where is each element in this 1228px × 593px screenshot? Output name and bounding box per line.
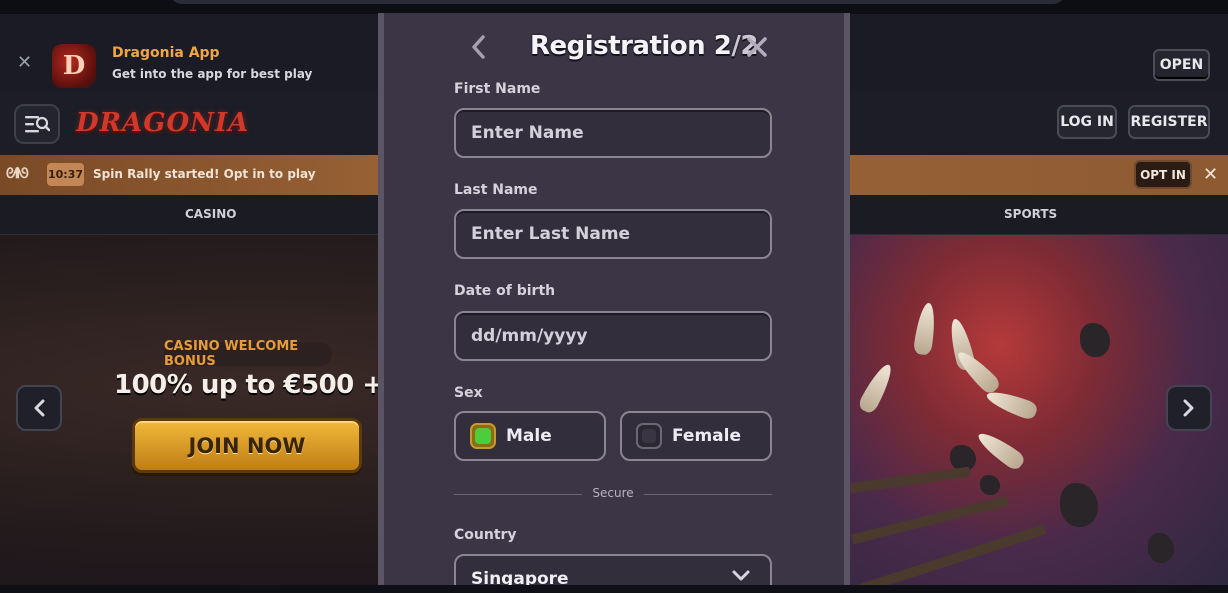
sex-label: Sex <box>454 385 483 401</box>
radio-unchecked-icon <box>636 423 662 449</box>
dragon-claw <box>912 301 938 356</box>
country-select[interactable]: Singapore <box>454 554 772 585</box>
promo-text: Spin Rally started! Opt in to play <box>93 167 316 181</box>
rock <box>1148 533 1174 563</box>
dragon-claw <box>973 427 1027 473</box>
rock <box>1060 483 1098 527</box>
open-app-button[interactable]: OPEN <box>1153 49 1210 81</box>
radio-checked-icon <box>470 423 496 449</box>
promo-timer: 10:37 <box>47 163 84 186</box>
divider-text: Secure <box>592 486 634 500</box>
opt-in-button[interactable]: OPT IN <box>1134 160 1192 189</box>
dob-label: Date of birth <box>454 283 556 299</box>
dob-field[interactable]: dd/mm/yyyy <box>454 311 772 361</box>
carousel-next-button[interactable] <box>1166 385 1212 431</box>
brand-logo[interactable]: DRAGONIA <box>76 108 249 138</box>
dragon-claw <box>952 346 1003 397</box>
chevron-down-icon <box>732 570 750 581</box>
rock <box>980 475 1000 495</box>
sex-option-female[interactable]: Female <box>620 411 772 461</box>
close-icon[interactable]: ✕ <box>17 54 32 72</box>
divider-line <box>644 494 772 495</box>
track-rail <box>851 495 1009 545</box>
first-name-label: First Name <box>454 81 541 97</box>
chevron-left-icon <box>34 399 45 417</box>
track-rail <box>849 466 971 494</box>
registration-modal: Registration 2/2 First Name Enter Name L… <box>378 13 850 585</box>
dragon-claw <box>983 386 1039 422</box>
browser-top-strip <box>0 0 1228 14</box>
rock <box>1080 323 1110 357</box>
menu-button[interactable] <box>14 104 60 144</box>
address-bar[interactable] <box>170 0 1065 4</box>
close-icon <box>747 37 767 57</box>
last-name-label: Last Name <box>454 182 538 198</box>
dragon-claw <box>856 360 897 416</box>
promo-logo-icon: ᘛᘚ <box>6 166 29 182</box>
carousel-prev-button[interactable] <box>16 385 62 431</box>
app-banner-title: Dragonia App <box>112 45 220 61</box>
sex-option-label: Female <box>672 426 741 446</box>
bonus-badge: CASINO WELCOME BONUS <box>164 339 332 369</box>
first-name-field[interactable]: Enter Name <box>454 108 772 158</box>
register-button[interactable]: REGISTER <box>1128 105 1210 139</box>
menu-search-icon <box>25 116 50 133</box>
modal-title: Registration 2/2 <box>530 31 758 61</box>
close-icon[interactable]: ✕ <box>1203 164 1218 185</box>
login-button[interactable]: LOG IN <box>1057 105 1117 139</box>
last-name-field[interactable]: Enter Last Name <box>454 209 772 259</box>
secure-divider: Secure <box>454 485 772 503</box>
app-logo: D <box>52 44 96 88</box>
back-button[interactable] <box>470 35 486 63</box>
tab-sports[interactable]: SPORTS <box>1004 207 1057 221</box>
close-modal-button[interactable] <box>746 36 768 62</box>
app-banner-subtitle: Get into the app for best play <box>112 67 313 81</box>
country-label: Country <box>454 527 517 543</box>
modal-title-step: Registration 2 <box>530 31 732 61</box>
join-now-button[interactable]: JOIN NOW <box>132 418 362 473</box>
tab-casino[interactable]: CASINO <box>185 207 236 221</box>
modal-title-separator: / <box>731 31 741 61</box>
chevron-right-icon <box>1183 399 1194 417</box>
sex-option-male[interactable]: Male <box>454 411 606 461</box>
sex-option-label: Male <box>506 426 552 446</box>
chevron-left-icon <box>472 35 485 59</box>
country-value: Singapore <box>471 569 569 585</box>
bottom-bar <box>0 585 1228 593</box>
page: ✕ D Dragonia App Get into the app for be… <box>0 0 1228 593</box>
